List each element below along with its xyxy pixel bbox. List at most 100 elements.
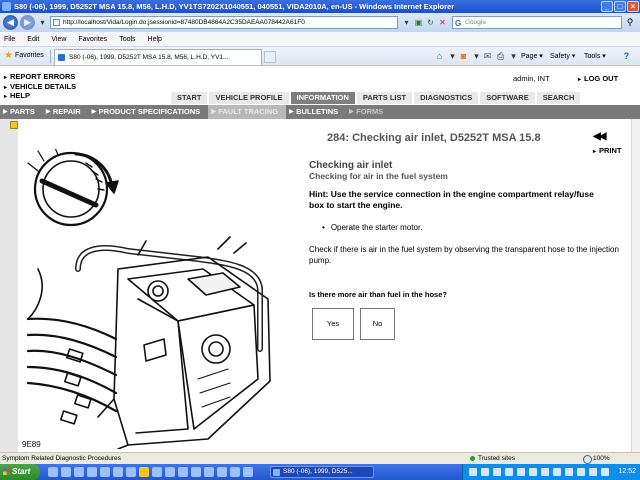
- print-dropdown-icon[interactable]: ▾: [508, 51, 519, 62]
- quicklaunch-icon[interactable]: [113, 467, 123, 477]
- quicklaunch-icon[interactable]: [217, 467, 227, 477]
- feeds-dropdown-icon[interactable]: ▾: [471, 51, 482, 62]
- favorites-star-icon[interactable]: ★: [4, 51, 13, 61]
- search-input[interactable]: G Google: [452, 16, 622, 29]
- forward-arrow-icon[interactable]: ▶: [20, 15, 35, 30]
- previous-page-icon[interactable]: ◀◀: [593, 131, 606, 142]
- menu-view[interactable]: View: [51, 36, 66, 43]
- url-text: http://localhost/Vida/Login.do;jsessioni…: [63, 19, 305, 26]
- vertical-scrollbar[interactable]: [631, 119, 640, 452]
- refresh-icon[interactable]: ↻: [425, 17, 436, 28]
- tab-information[interactable]: INFORMATION: [289, 91, 356, 105]
- browser-tab[interactable]: S80 (-06), 1999, D5252T MSA 15.8, M56, L…: [54, 49, 262, 65]
- start-button[interactable]: Start: [0, 464, 40, 480]
- subnav-fault-tracing[interactable]: ▶ FAULT TRACING: [208, 105, 287, 119]
- quicklaunch-icon[interactable]: [178, 467, 188, 477]
- home-icon[interactable]: ⌂: [434, 51, 445, 62]
- tray-icon[interactable]: [469, 468, 477, 476]
- sub-navigation: ▶ PARTS ▶ REPAIR ▶ PRODUCT SPECIFICATIONS ▶…: [0, 105, 640, 119]
- tray-icon[interactable]: [541, 468, 549, 476]
- tray-icon[interactable]: [553, 468, 561, 476]
- quicklaunch-icon[interactable]: [191, 467, 201, 477]
- logout-link[interactable]: ▸ LOG OUT: [578, 74, 618, 83]
- menu-bar: File Edit View Favorites Tools Help: [0, 32, 640, 47]
- subnav-bulletins[interactable]: ▶ BULLETINS: [286, 105, 346, 119]
- url-input[interactable]: http://localhost/Vida/Login.do;jsessioni…: [50, 16, 398, 29]
- quicklaunch-icon[interactable]: [152, 467, 162, 477]
- home-dropdown-icon[interactable]: ▾: [447, 51, 458, 62]
- tab-search[interactable]: SEARCH: [535, 91, 582, 105]
- help-link[interactable]: ▸ HELP: [4, 91, 76, 102]
- question-text: Is there more air than fuel in the hose?: [309, 290, 447, 299]
- quicklaunch-icon[interactable]: [61, 467, 71, 477]
- window-title: S80 (-06), 1999, D5252T MSA 15.8, M56, L…: [14, 2, 455, 11]
- instruction-paragraph: Check if there is air in the fuel system…: [309, 245, 619, 265]
- security-zone[interactable]: Trusted sites: [470, 453, 515, 464]
- menu-help[interactable]: Help: [148, 36, 162, 43]
- tab-parts-list[interactable]: PARTS LIST: [355, 91, 414, 105]
- tray-icon[interactable]: [565, 468, 573, 476]
- tab-vehicle-profile[interactable]: VEHICLE PROFILE: [208, 91, 290, 105]
- left-rail: [0, 119, 18, 452]
- arrow-right-icon: ▸: [578, 77, 582, 83]
- menu-tools[interactable]: Tools: [119, 36, 135, 43]
- quicklaunch-icon[interactable]: [230, 467, 240, 477]
- tray-icon[interactable]: [517, 468, 525, 476]
- volume-icon[interactable]: [601, 468, 609, 476]
- tray-icon[interactable]: [481, 468, 489, 476]
- tab-software[interactable]: SOFTWARE: [479, 91, 536, 105]
- zoom-level[interactable]: 100%: [583, 453, 610, 464]
- folder-icon[interactable]: [10, 121, 18, 129]
- printer-icon[interactable]: ⎙: [495, 51, 506, 62]
- main-tabs: START VEHICLE PROFILE INFORMATION PARTS …: [170, 91, 582, 105]
- page-menu[interactable]: Page ▾: [521, 51, 543, 62]
- address-bar: ◀ ▶ ▾ http://localhost/Vida/Login.do;jse…: [0, 13, 640, 32]
- triangle-right-icon: ▶: [3, 109, 8, 115]
- quicklaunch-icon[interactable]: [165, 467, 175, 477]
- stop-icon[interactable]: ✕: [437, 17, 448, 28]
- yes-button[interactable]: Yes: [312, 308, 354, 340]
- maximize-button[interactable]: □: [614, 1, 626, 12]
- help-icon[interactable]: ?: [621, 51, 632, 62]
- taskbar-window-item[interactable]: S80 (-06), 1999, D525...: [270, 466, 374, 478]
- quicklaunch-icon[interactable]: [48, 467, 58, 477]
- page-icon: [53, 19, 60, 26]
- quicklaunch-icon[interactable]: [204, 467, 214, 477]
- new-tab-button[interactable]: [264, 51, 276, 63]
- tray-icon[interactable]: [529, 468, 537, 476]
- quicklaunch-icon[interactable]: [74, 467, 84, 477]
- quicklaunch-icon[interactable]: [139, 467, 149, 477]
- tab-diagnostics[interactable]: DIAGNOSTICS: [413, 91, 480, 105]
- subnav-repair[interactable]: ▶ REPAIR: [43, 105, 89, 119]
- tray-icon[interactable]: [493, 468, 501, 476]
- tools-menu[interactable]: Tools ▾: [584, 51, 606, 62]
- print-link[interactable]: ▸ PRINT: [593, 146, 622, 155]
- tray-icon[interactable]: [505, 468, 513, 476]
- minimize-button[interactable]: _: [601, 1, 613, 12]
- feeds-icon[interactable]: ◙: [458, 51, 469, 62]
- url-dropdown-icon[interactable]: ▾: [401, 17, 412, 28]
- menu-favorites[interactable]: Favorites: [78, 36, 107, 43]
- mail-icon[interactable]: ✉: [482, 51, 493, 62]
- back-arrow-icon[interactable]: ◀: [3, 15, 18, 30]
- close-button[interactable]: ×: [627, 1, 639, 12]
- search-icon[interactable]: ⚲: [624, 17, 636, 28]
- tray-icon[interactable]: [577, 468, 585, 476]
- compatibility-icon[interactable]: ▣: [413, 17, 424, 28]
- safety-menu[interactable]: Safety ▾: [550, 51, 575, 62]
- subnav-product-specifications[interactable]: ▶ PRODUCT SPECIFICATIONS: [89, 105, 209, 119]
- clock: 12:52: [618, 468, 636, 475]
- menu-edit[interactable]: Edit: [27, 36, 39, 43]
- favorites-button[interactable]: Favorites: [15, 52, 44, 59]
- no-button[interactable]: No: [360, 308, 395, 340]
- tab-start[interactable]: START: [170, 91, 209, 105]
- quicklaunch-icon[interactable]: [87, 467, 97, 477]
- history-dropdown-icon[interactable]: ▾: [37, 17, 48, 28]
- menu-file[interactable]: File: [4, 36, 15, 43]
- subnav-parts[interactable]: ▶ PARTS: [0, 105, 43, 119]
- subnav-forms[interactable]: ▶ FORMS: [346, 105, 391, 119]
- tray-icon[interactable]: [589, 468, 597, 476]
- quicklaunch-icon[interactable]: [100, 467, 110, 477]
- quicklaunch-icon[interactable]: [243, 467, 253, 477]
- quicklaunch-icon[interactable]: [126, 467, 136, 477]
